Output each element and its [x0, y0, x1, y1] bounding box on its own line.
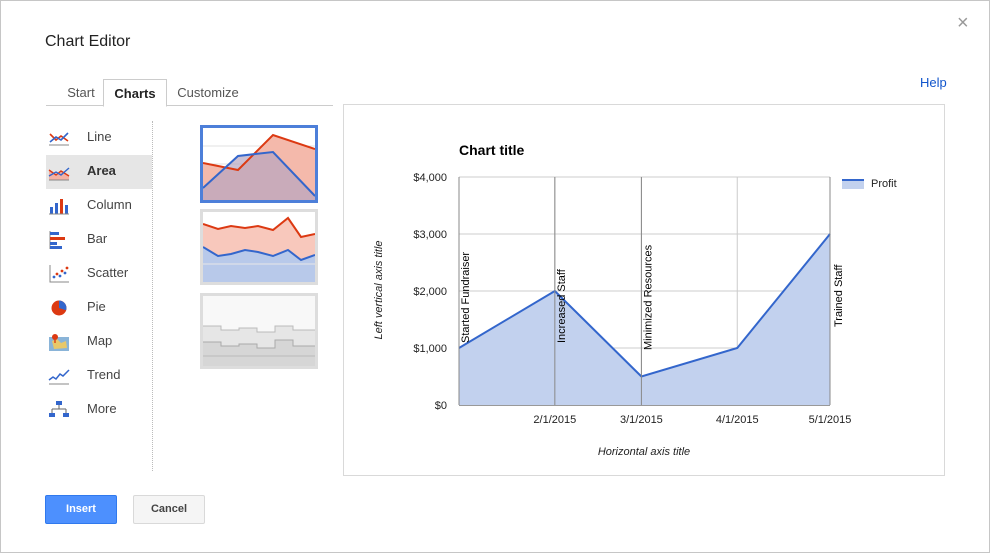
chart-type-label: Column — [87, 197, 132, 212]
chart-type-label: Pie — [87, 299, 106, 314]
chart-type-label: Line — [87, 129, 112, 144]
tab-customize[interactable]: Customize — [173, 79, 243, 106]
x-axis-title: Horizontal axis title — [598, 446, 690, 458]
area-standard-preview-icon — [203, 133, 315, 200]
y-axis-title: Left vertical axis title — [373, 240, 385, 339]
close-icon[interactable]: × — [957, 13, 969, 33]
x-tick-label: 5/1/2015 — [809, 414, 852, 426]
chart-type-label: Bar — [87, 231, 108, 246]
annotation-label: Trained Staff — [833, 264, 845, 327]
org-chart-icon — [49, 401, 69, 417]
chart-type-label: Scatter — [87, 265, 129, 280]
chart-type-bar[interactable]: Bar — [46, 223, 152, 257]
area-chart: Chart title Started Fundraiser Increased … — [373, 142, 897, 458]
scatter-chart-icon — [49, 265, 69, 283]
y-tick-label: $4,000 — [413, 172, 447, 184]
y-tick-label: $2,000 — [413, 286, 447, 298]
area-variant-stacked-thumb[interactable] — [200, 209, 318, 285]
chart-type-label: Map — [87, 333, 113, 348]
dialog-title: Chart Editor — [45, 33, 131, 50]
tab-start[interactable]: Start — [57, 79, 105, 106]
chart-type-column[interactable]: Column — [46, 189, 152, 223]
cancel-button[interactable]: Cancel — [133, 495, 205, 524]
map-chart-icon — [49, 334, 69, 351]
chart-type-line[interactable]: Line — [46, 121, 152, 155]
x-tick-label: 4/1/2015 — [716, 414, 759, 426]
pie-chart-icon — [51, 300, 67, 316]
area-chart-icon — [48, 167, 70, 181]
y-tick-label: $3,000 — [413, 229, 447, 241]
chart-preview-panel: Chart title Started Fundraiser Increased … — [343, 104, 945, 476]
annotation-label: Minimized Resources — [642, 244, 654, 350]
chart-type-label: Area — [87, 163, 116, 178]
chart-type-scatter[interactable]: Scatter — [46, 257, 152, 291]
legend-swatch — [842, 180, 864, 189]
line-chart-icon — [49, 132, 69, 146]
help-link[interactable]: Help — [920, 75, 947, 90]
y-tick-label: $0 — [435, 400, 447, 412]
area-variant-stepped-thumb[interactable] — [200, 293, 318, 369]
chart-type-list: Line Area Column Bar Scatter Pie Map Tre… — [46, 121, 152, 427]
chart-type-area[interactable]: Area — [46, 155, 152, 189]
chart-type-pie[interactable]: Pie — [46, 291, 152, 325]
column-chart-icon — [49, 199, 69, 215]
area-variant-standard-thumb[interactable] — [200, 125, 318, 203]
chart-type-label: More — [87, 401, 117, 416]
legend-label: Profit — [871, 178, 897, 190]
insert-button[interactable]: Insert — [45, 495, 117, 524]
x-tick-label: 3/1/2015 — [620, 414, 663, 426]
tab-bar: Start Charts Customize — [46, 79, 333, 107]
tab-charts[interactable]: Charts — [103, 79, 167, 107]
area-stacked-preview-icon — [203, 216, 315, 282]
chart-type-more[interactable]: More — [46, 393, 152, 427]
trend-chart-icon — [48, 369, 70, 385]
list-divider — [152, 121, 153, 471]
chart-title: Chart title — [459, 142, 525, 158]
area-stepped-preview-icon — [203, 296, 315, 366]
y-tick-label: $1,000 — [413, 343, 447, 355]
annotation-label: Increased Staff — [556, 268, 568, 343]
bar-chart-icon — [49, 231, 65, 249]
chart-type-map[interactable]: Map — [46, 325, 152, 359]
chart-editor-dialog: Chart Editor × Help Start Charts Customi… — [0, 0, 990, 553]
x-tick-label: 2/1/2015 — [533, 414, 576, 426]
annotation-label: Started Fundraiser — [460, 252, 472, 343]
chart-type-label: Trend — [87, 367, 121, 382]
chart-type-trend[interactable]: Trend — [46, 359, 152, 393]
